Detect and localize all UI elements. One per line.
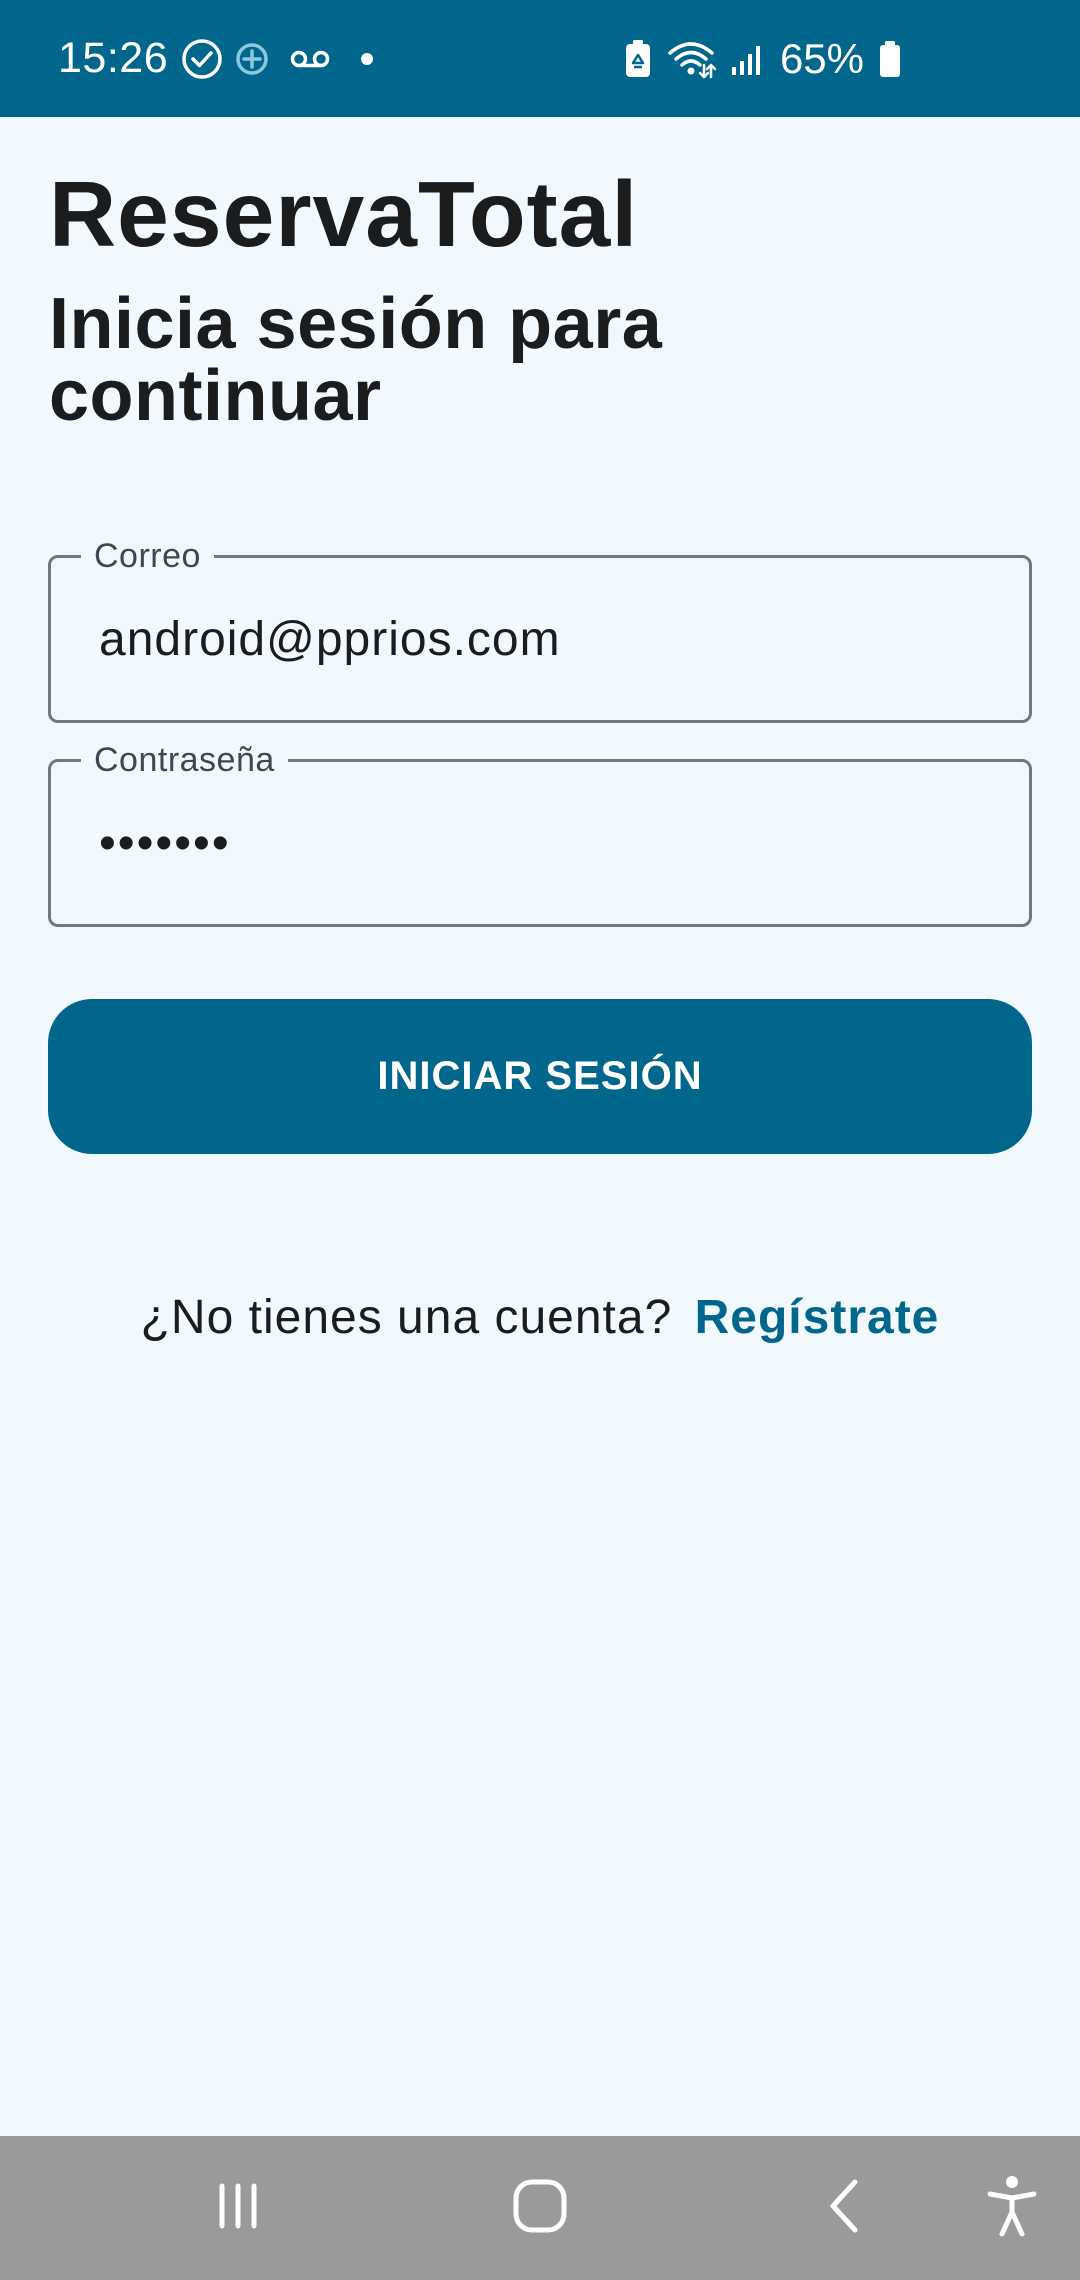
email-field-value[interactable]: android@pprios.com: [99, 558, 561, 720]
status-bar-left: 15:26: [58, 0, 374, 117]
battery-icon: [878, 39, 902, 79]
system-nav-bar: [0, 2136, 1080, 2280]
dot-icon: [360, 52, 374, 66]
battery-saver-icon: [624, 39, 652, 79]
accessibility-icon: [984, 2174, 1040, 2243]
app-title: ReservaTotal: [49, 162, 639, 266]
password-field-value[interactable]: •••••••: [99, 762, 231, 924]
home-icon: [510, 2176, 570, 2241]
status-time: 15:26: [58, 34, 169, 82]
status-bar: 15:26 65%: [0, 0, 1080, 117]
register-link[interactable]: Regístrate: [695, 1291, 940, 1344]
password-field[interactable]: Contraseña •••••••: [48, 740, 1032, 927]
page-subtitle: Inicia sesión para continuar: [49, 284, 663, 436]
voicemail-icon: [290, 47, 330, 71]
battery-percent: 65%: [779, 34, 864, 82]
register-prompt-text: ¿No tienes una cuenta?: [140, 1291, 673, 1344]
accessibility-button[interactable]: [962, 2136, 1062, 2280]
recent-apps-icon: [210, 2178, 266, 2239]
wifi-icon: [666, 39, 716, 79]
check-circle-icon: [180, 37, 224, 81]
login-button[interactable]: INICIAR SESIÓN: [48, 999, 1032, 1154]
register-prompt-line: ¿No tienes una cuenta? Regístrate: [0, 1290, 1080, 1345]
back-button[interactable]: [795, 2136, 895, 2280]
back-icon: [821, 2176, 869, 2241]
recent-apps-button[interactable]: [188, 2136, 288, 2280]
add-circle-icon: [234, 41, 270, 77]
signal-icon: [730, 41, 766, 77]
status-bar-right: 65%: [624, 0, 902, 117]
email-field[interactable]: Correo android@pprios.com: [48, 536, 1032, 723]
home-button[interactable]: [490, 2136, 590, 2280]
